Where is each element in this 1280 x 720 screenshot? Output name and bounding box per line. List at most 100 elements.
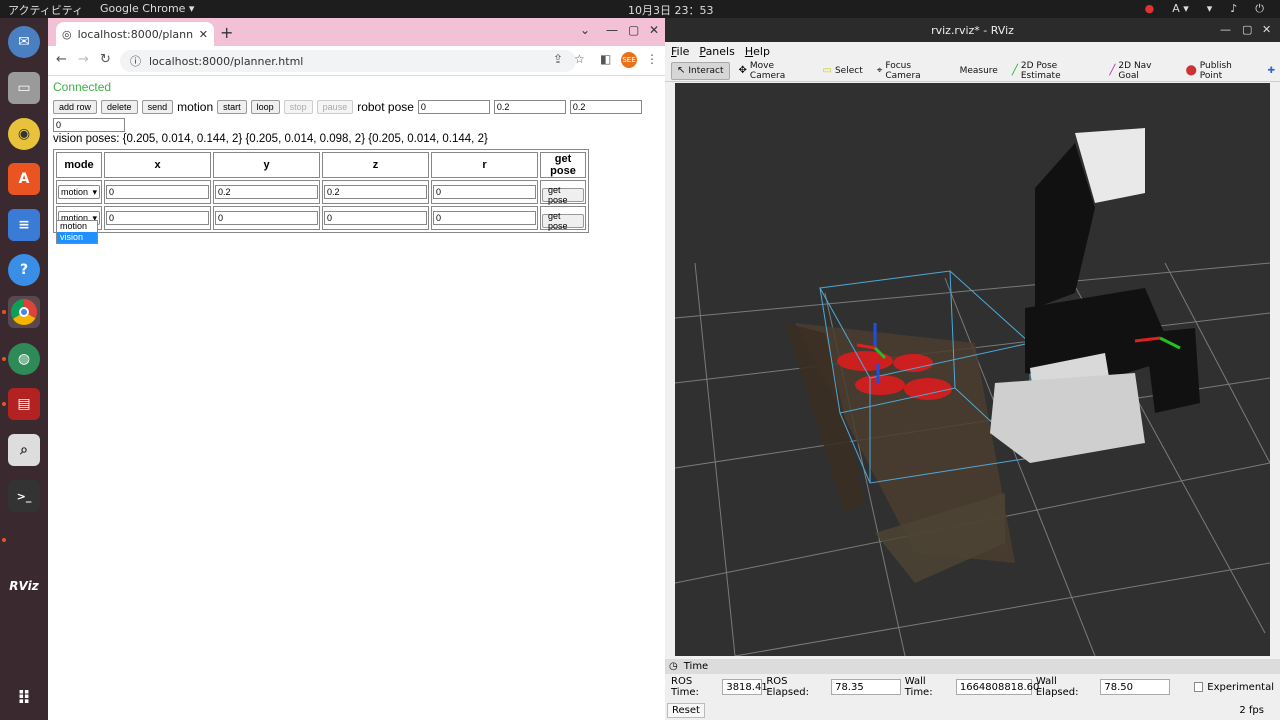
time-panel-title: Time xyxy=(683,661,709,672)
robot-pose-label: robot pose xyxy=(357,99,414,114)
send-button[interactable]: send xyxy=(141,99,174,114)
software-icon[interactable]: A xyxy=(8,163,40,195)
activities-button[interactable]: アクティビティ xyxy=(8,2,83,18)
arrow-green-icon: ╱ xyxy=(1011,65,1018,76)
show-apps-icon[interactable]: ⠿ xyxy=(8,682,40,714)
robot-pose-r-field[interactable]: 0 xyxy=(53,118,125,132)
y-input[interactable]: 0.2 xyxy=(215,185,318,199)
search-app-icon[interactable]: ⌕ xyxy=(8,434,40,466)
chevron-down-icon: ▾ xyxy=(92,186,97,197)
terminal-icon[interactable]: >_ xyxy=(8,480,40,512)
chrome-icon[interactable] xyxy=(8,296,40,328)
info-icon: ⓘ xyxy=(130,55,141,68)
share-icon[interactable]: ⇪ xyxy=(553,52,563,66)
fps-readout: 2 fps xyxy=(1239,705,1264,716)
rviz-titlebar: rviz.rviz* - RViz — ▢ ✕ xyxy=(665,18,1280,42)
tool-measure[interactable]: Measure xyxy=(955,62,1003,80)
tool-select[interactable]: ▭ Select xyxy=(818,62,868,80)
minimize-icon[interactable]: — xyxy=(1220,23,1231,36)
bookmark-star-icon[interactable]: ☆ xyxy=(574,52,585,66)
menu-help[interactable]: Help xyxy=(745,45,770,58)
tool-label: Measure xyxy=(959,65,998,76)
tab-strip: ◎ localhost:8000/planner.h ✕ + ⌄ — ▢ ✕ xyxy=(48,18,665,46)
delete-button[interactable]: delete xyxy=(101,99,138,114)
reset-button[interactable]: Reset xyxy=(667,703,705,718)
rviz-window: rviz.rviz* - RViz — ▢ ✕ File Panels Help… xyxy=(665,18,1280,720)
tool-focus-camera[interactable]: ⌖ Focus Camera xyxy=(872,61,951,81)
browser-tab[interactable]: ◎ localhost:8000/planner.h ✕ xyxy=(56,22,214,46)
r-input[interactable]: 0 xyxy=(433,211,536,225)
minimize-icon[interactable]: — xyxy=(606,23,618,37)
tool-interact[interactable]: ↖ Interact xyxy=(671,61,730,80)
tab-search-icon[interactable]: ⌄ xyxy=(580,23,590,37)
menu-file[interactable]: File xyxy=(671,45,689,58)
pause-button[interactable]: pause xyxy=(316,99,354,114)
experimental-checkbox[interactable] xyxy=(1194,682,1204,692)
z-input[interactable]: 0.2 xyxy=(324,185,427,199)
rviz-dock-icon[interactable]: RViz xyxy=(8,570,40,602)
maximize-icon[interactable]: ▢ xyxy=(628,23,639,37)
wall-time-field[interactable]: 1664808818.60 xyxy=(955,679,1039,695)
select-box-icon: ▭ xyxy=(822,65,832,76)
system-monitor-icon[interactable]: ▤ xyxy=(8,388,40,420)
close-window-icon[interactable]: ✕ xyxy=(649,23,659,37)
3d-viewport[interactable] xyxy=(675,83,1270,656)
tool-publish-point[interactable]: ⬤ Publish Point xyxy=(1181,61,1259,81)
address-bar[interactable]: ⓘ localhost:8000/planner.html xyxy=(120,50,576,72)
files-icon[interactable]: ▭ xyxy=(8,72,40,104)
get-pose-button[interactable]: get pose xyxy=(542,185,584,205)
ros-elapsed-label: ROS Elapsed: xyxy=(766,676,809,698)
dropdown-option-motion[interactable]: motion xyxy=(57,221,97,232)
tool-move-camera[interactable]: ✥ Move Camera xyxy=(734,61,814,81)
add-tool-icon[interactable]: ✚ xyxy=(1262,62,1280,80)
system-tray[interactable]: ● A ▾ ▾ ♪ ⏻ xyxy=(1145,2,1264,16)
writer-icon[interactable]: ≡ xyxy=(8,209,40,241)
wall-elapsed-field[interactable]: 78.50 xyxy=(1100,679,1171,695)
back-icon[interactable]: ← xyxy=(56,52,67,67)
menu-kebab-icon[interactable]: ⋮ xyxy=(646,52,658,66)
time-panel: ◷ Time ROS Time: 3818.41 ROS Elapsed: 78… xyxy=(665,659,1280,720)
side-panel-icon[interactable]: ◧ xyxy=(600,52,611,66)
forward-icon[interactable]: → xyxy=(78,52,89,67)
z-input[interactable]: 0 xyxy=(324,211,427,225)
stop-button[interactable]: stop xyxy=(283,99,313,114)
robot-pose-y-field[interactable]: 0.2 xyxy=(493,99,566,114)
thunderbird-icon[interactable]: ✉ xyxy=(8,26,40,58)
motion-label: motion xyxy=(177,99,214,114)
tool-2d-pose-estimate[interactable]: ╱ 2D Pose Estimate xyxy=(1007,61,1101,81)
clock[interactable]: 10月3日 23：53 xyxy=(628,2,714,18)
cursor-icon: ↖ xyxy=(677,65,686,76)
start-button[interactable]: start xyxy=(217,99,247,114)
robot-pose-z-field[interactable]: 0.2 xyxy=(569,99,642,114)
ros-time-field[interactable]: 3818.41 xyxy=(722,679,768,695)
rhythmbox-icon[interactable]: ◉ xyxy=(8,118,40,150)
dropdown-option-vision[interactable]: vision xyxy=(57,232,97,243)
ros-elapsed-field[interactable]: 78.35 xyxy=(831,679,901,695)
focus-icon: ⌖ xyxy=(876,65,883,76)
new-tab-icon[interactable]: + xyxy=(220,23,233,42)
loop-button[interactable]: loop xyxy=(250,99,280,114)
app-menu[interactable]: Google Chrome ▾ xyxy=(100,2,194,15)
header-r: r xyxy=(431,152,538,178)
y-input[interactable]: 0 xyxy=(215,211,318,225)
close-window-icon[interactable]: ✕ xyxy=(1262,23,1271,36)
mode-select[interactable]: motion ▾ xyxy=(58,185,100,199)
close-tab-icon[interactable]: ✕ xyxy=(199,28,208,41)
system-top-bar: アクティビティ Google Chrome ▾ 10月3日 23：53 ● A … xyxy=(0,0,1280,18)
x-input[interactable]: 0 xyxy=(106,185,209,199)
r-input[interactable]: 0 xyxy=(433,185,536,199)
x-input[interactable]: 0 xyxy=(106,211,209,225)
network-icon: ▾ xyxy=(1206,2,1213,15)
help-icon[interactable]: ? xyxy=(8,254,40,286)
extension-icon[interactable]: SEE xyxy=(621,52,637,68)
clock-icon: ◷ xyxy=(669,661,678,672)
maximize-icon[interactable]: ▢ xyxy=(1242,23,1252,36)
menu-panels[interactable]: Panels xyxy=(699,45,734,58)
robot-pose-x-field[interactable]: 0 xyxy=(417,99,490,114)
reload-icon[interactable]: ↻ xyxy=(100,52,111,67)
volume-icon: ♪ xyxy=(1230,2,1238,15)
globe-app-icon[interactable]: ◍ xyxy=(8,343,40,375)
tool-2d-nav-goal[interactable]: ╱ 2D Nav Goal xyxy=(1104,61,1176,81)
add-row-button[interactable]: add row xyxy=(53,99,98,114)
get-pose-button[interactable]: get pose xyxy=(542,211,584,231)
